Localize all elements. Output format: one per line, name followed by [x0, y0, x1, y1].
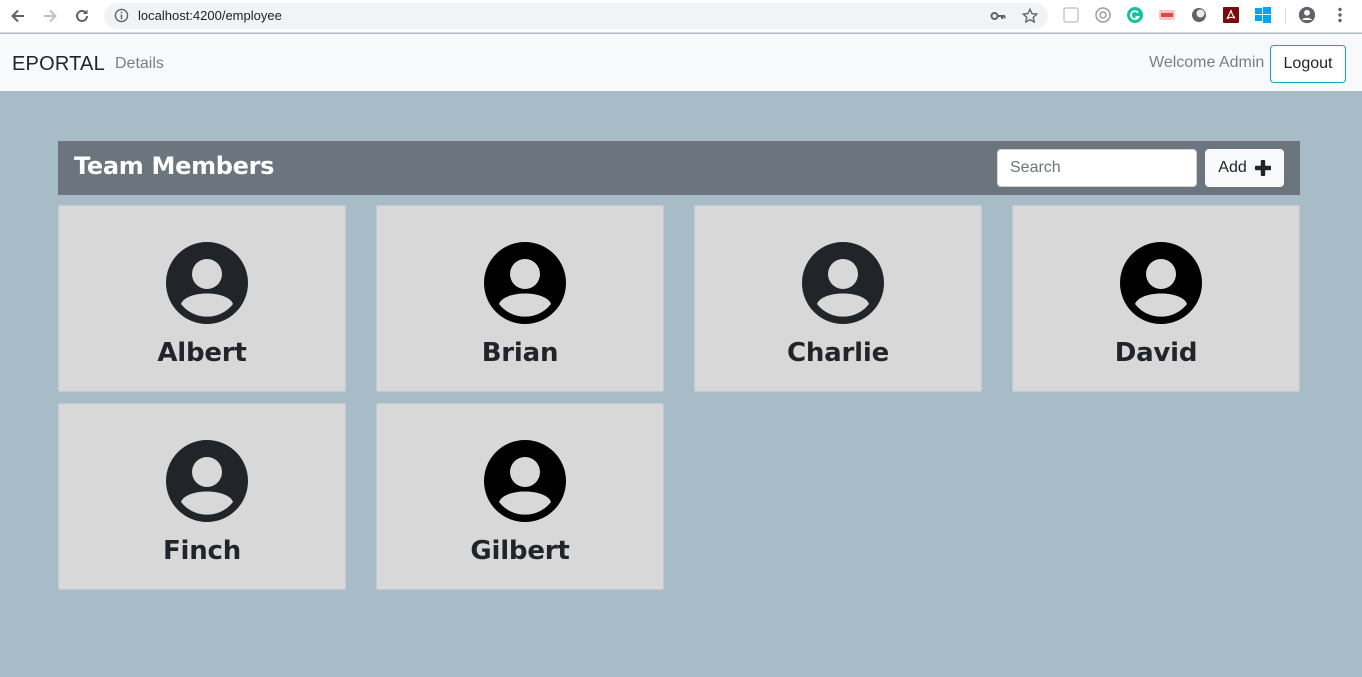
- avatar-icon: [166, 440, 248, 522]
- member-card[interactable]: Albert: [58, 205, 346, 392]
- add-label: Add: [1218, 159, 1247, 176]
- member-card[interactable]: Finch: [58, 403, 346, 590]
- back-icon[interactable]: [5, 4, 31, 28]
- member-name: Charlie: [786, 338, 890, 368]
- info-icon[interactable]: [114, 8, 129, 28]
- member-name: Albert: [157, 338, 247, 368]
- forward-icon[interactable]: [37, 4, 63, 28]
- extension-icon[interactable]: [1190, 6, 1208, 24]
- grammarly-icon[interactable]: [1126, 6, 1144, 24]
- app-navbar: EPORTAL Details Welcome Admin Logout: [0, 34, 1362, 91]
- profile-icon[interactable]: [1298, 6, 1316, 24]
- address-bar[interactable]: localhost:4200/employee: [104, 3, 1048, 29]
- avatar-icon: [166, 242, 248, 324]
- member-card[interactable]: Brian: [376, 205, 664, 392]
- plus-icon: [1254, 160, 1271, 176]
- add-member-button[interactable]: Add: [1205, 149, 1284, 187]
- team-header: Team Members Add: [58, 141, 1300, 195]
- member-name: Finch: [162, 536, 242, 566]
- member-card[interactable]: David: [1012, 205, 1300, 392]
- nav-link-details[interactable]: Details: [115, 55, 164, 73]
- member-card[interactable]: Charlie: [694, 205, 982, 392]
- url-text: localhost:4200/employee: [138, 8, 282, 23]
- member-name: David: [1114, 338, 1198, 368]
- search-input[interactable]: [997, 149, 1197, 187]
- extension-icon[interactable]: [1094, 6, 1112, 24]
- menu-dots-icon[interactable]: [1331, 6, 1349, 24]
- avatar-icon: [484, 242, 566, 324]
- member-card[interactable]: Gilbert: [376, 403, 664, 590]
- welcome-text: Welcome Admin: [1149, 54, 1265, 71]
- extension-icon[interactable]: [1062, 6, 1080, 24]
- key-icon[interactable]: [990, 9, 1006, 28]
- toolbar-divider: [1285, 8, 1286, 24]
- bookmark-star-icon[interactable]: [1021, 7, 1039, 30]
- avatar-icon: [484, 440, 566, 522]
- browser-toolbar: localhost:4200/employee: [0, 0, 1362, 33]
- pdf-icon[interactable]: [1222, 6, 1240, 24]
- avatar-icon: [1120, 242, 1202, 324]
- extension-icon[interactable]: [1158, 6, 1176, 24]
- member-name: Gilbert: [470, 536, 570, 566]
- windows-icon[interactable]: [1254, 6, 1272, 24]
- avatar-icon: [802, 242, 884, 324]
- member-name: Brian: [481, 338, 559, 368]
- page-title: Team Members: [74, 152, 275, 180]
- logout-button[interactable]: Logout: [1270, 45, 1346, 83]
- brand-logo[interactable]: EPORTAL: [12, 53, 105, 76]
- reload-icon[interactable]: [69, 4, 95, 28]
